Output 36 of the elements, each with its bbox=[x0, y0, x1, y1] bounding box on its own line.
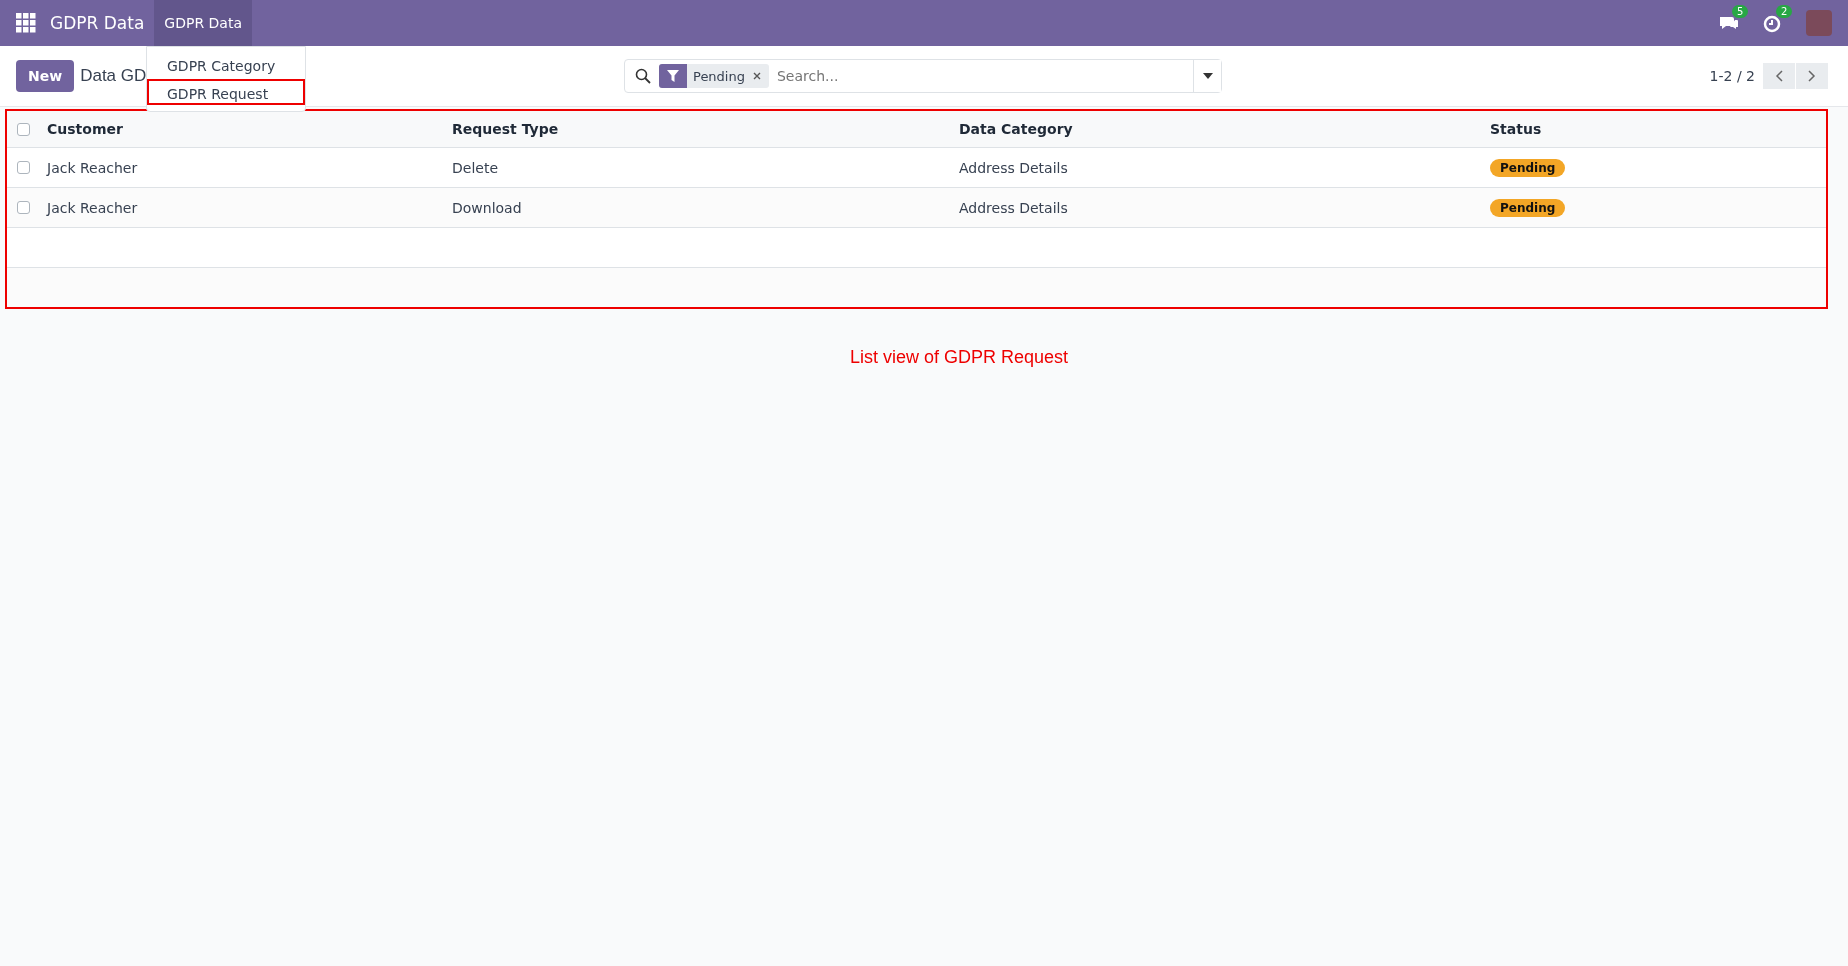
column-header[interactable]: Data Category bbox=[959, 121, 1490, 137]
row-checkbox[interactable] bbox=[17, 201, 30, 214]
menu-tab[interactable]: GDPR Data bbox=[154, 0, 252, 46]
activity-count: 2 bbox=[1776, 5, 1793, 18]
table-cell-text: Address Details bbox=[959, 159, 1069, 176]
facet-label: Pending bbox=[692, 68, 746, 84]
close-icon bbox=[752, 72, 761, 80]
table-cell-text: Download bbox=[452, 199, 523, 216]
breadcrumb: Data GD bbox=[80, 66, 147, 86]
search-icon[interactable] bbox=[635, 68, 651, 84]
column-header[interactable]: Status bbox=[1490, 121, 1826, 137]
menu-item[interactable]: GDPR Category bbox=[147, 53, 305, 79]
chevron-left-icon bbox=[1775, 70, 1783, 82]
menu-item[interactable]: GDPR Request bbox=[147, 79, 305, 105]
table-cell-text: Jack Reacher bbox=[47, 159, 139, 176]
pager-value[interactable]: 1-2 / 2 bbox=[1709, 68, 1755, 84]
status-badge: Pending bbox=[1490, 158, 1566, 177]
chevron-right-icon bbox=[1808, 70, 1816, 82]
search-options-button[interactable] bbox=[1193, 60, 1221, 92]
table-cell-text: Jack Reacher bbox=[47, 199, 139, 216]
search-field[interactable]: Pending Search... bbox=[624, 59, 1222, 93]
status-badge: Pending bbox=[1490, 198, 1566, 217]
column-header[interactable]: Request Type bbox=[452, 121, 959, 137]
app-grid-icon[interactable] bbox=[16, 13, 36, 33]
table-cell-text: Address Details bbox=[959, 199, 1069, 216]
table-cell-text: Delete bbox=[452, 159, 499, 176]
caret-icon bbox=[1202, 73, 1213, 79]
search-input[interactable]: Search... bbox=[768, 68, 1193, 84]
caption: List view of GDPR Request bbox=[848, 347, 1070, 368]
column-header[interactable]: Customer bbox=[47, 121, 452, 137]
filter-icon bbox=[667, 70, 679, 82]
app-title[interactable]: GDPR Data bbox=[50, 13, 145, 33]
message-count: 5 bbox=[1732, 5, 1749, 18]
new-button[interactable]: New bbox=[16, 60, 75, 92]
row-checkbox[interactable] bbox=[17, 161, 30, 174]
select-all-checkbox[interactable] bbox=[17, 122, 30, 136]
